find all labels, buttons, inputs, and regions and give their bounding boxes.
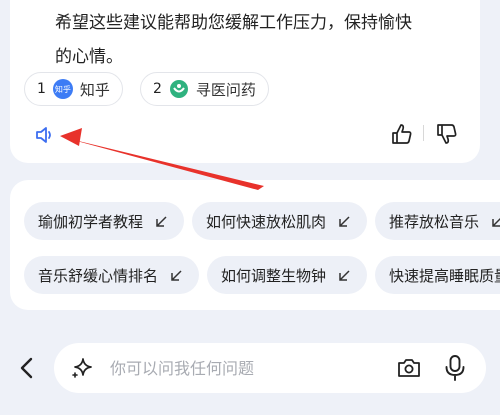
composer-input-box[interactable] <box>54 343 486 393</box>
arrow-down-left-icon <box>156 215 167 227</box>
suggestion-chip[interactable]: 如何调整生物钟 <box>207 256 368 294</box>
answer-text: 希望这些建议能帮助您缓解工作压力，保持愉快 的心情。 <box>55 6 475 74</box>
suggestion-row: 瑜伽初学者教程 如何快速放松肌肉 推荐放松音乐 <box>24 202 500 240</box>
thumbs-up-icon[interactable] <box>388 120 416 148</box>
microphone-icon[interactable] <box>442 354 468 382</box>
speaker-icon[interactable] <box>32 122 58 148</box>
suggestion-chip[interactable]: 瑜伽初学者教程 <box>24 202 185 240</box>
suggestion-chip[interactable]: 快速提高睡眠质量 <box>375 256 500 294</box>
action-divider <box>423 125 424 141</box>
arrow-down-left-icon <box>339 215 350 227</box>
zhihu-logo-icon: 知乎 <box>52 79 73 99</box>
suggestion-label: 如何快速放松肌肉 <box>206 212 327 231</box>
suggestion-row: 音乐舒缓心情排名 如何调整生物钟 快速提高睡眠质量 <box>24 256 500 294</box>
sparkle-icon[interactable] <box>70 356 94 380</box>
suggestion-label: 如何调整生物钟 <box>221 266 327 285</box>
xunyi-logo-icon <box>169 80 188 98</box>
source-index: 1 <box>37 81 46 97</box>
suggestion-label: 快速提高睡眠质量 <box>389 266 500 285</box>
suggestion-chip[interactable]: 推荐放松音乐 <box>375 202 500 240</box>
suggestion-chip[interactable]: 如何快速放松肌肉 <box>192 202 368 240</box>
suggestion-label: 推荐放松音乐 <box>389 212 480 231</box>
answer-line: 希望这些建议能帮助您缓解工作压力，保持愉快 <box>55 13 412 33</box>
source-chip-xunyi[interactable]: 2 寻医问药 <box>140 72 269 106</box>
answer-line: 的心情。 <box>55 47 123 67</box>
source-name: 寻医问药 <box>195 80 256 99</box>
suggestion-chip[interactable]: 音乐舒缓心情排名 <box>24 256 200 294</box>
composer-bar <box>0 330 500 415</box>
arrow-down-left-icon <box>171 269 182 281</box>
source-name: 知乎 <box>79 80 110 99</box>
suggestion-label: 瑜伽初学者教程 <box>38 212 144 231</box>
suggestion-label: 音乐舒缓心情排名 <box>38 266 159 285</box>
question-input[interactable] <box>110 354 330 382</box>
thumbs-down-icon[interactable] <box>433 120 461 148</box>
chevron-left-icon[interactable] <box>14 355 40 381</box>
source-index: 2 <box>153 81 162 97</box>
arrow-down-left-icon <box>339 269 350 281</box>
suggestions-panel: 瑜伽初学者教程 如何快速放松肌肉 推荐放松音乐 音乐舒缓心情排名 如何调整生物钟… <box>10 180 500 310</box>
source-chip-zhihu[interactable]: 1 知乎 知乎 <box>24 72 123 106</box>
camera-icon[interactable] <box>396 355 422 381</box>
arrow-down-left-icon <box>492 217 500 227</box>
